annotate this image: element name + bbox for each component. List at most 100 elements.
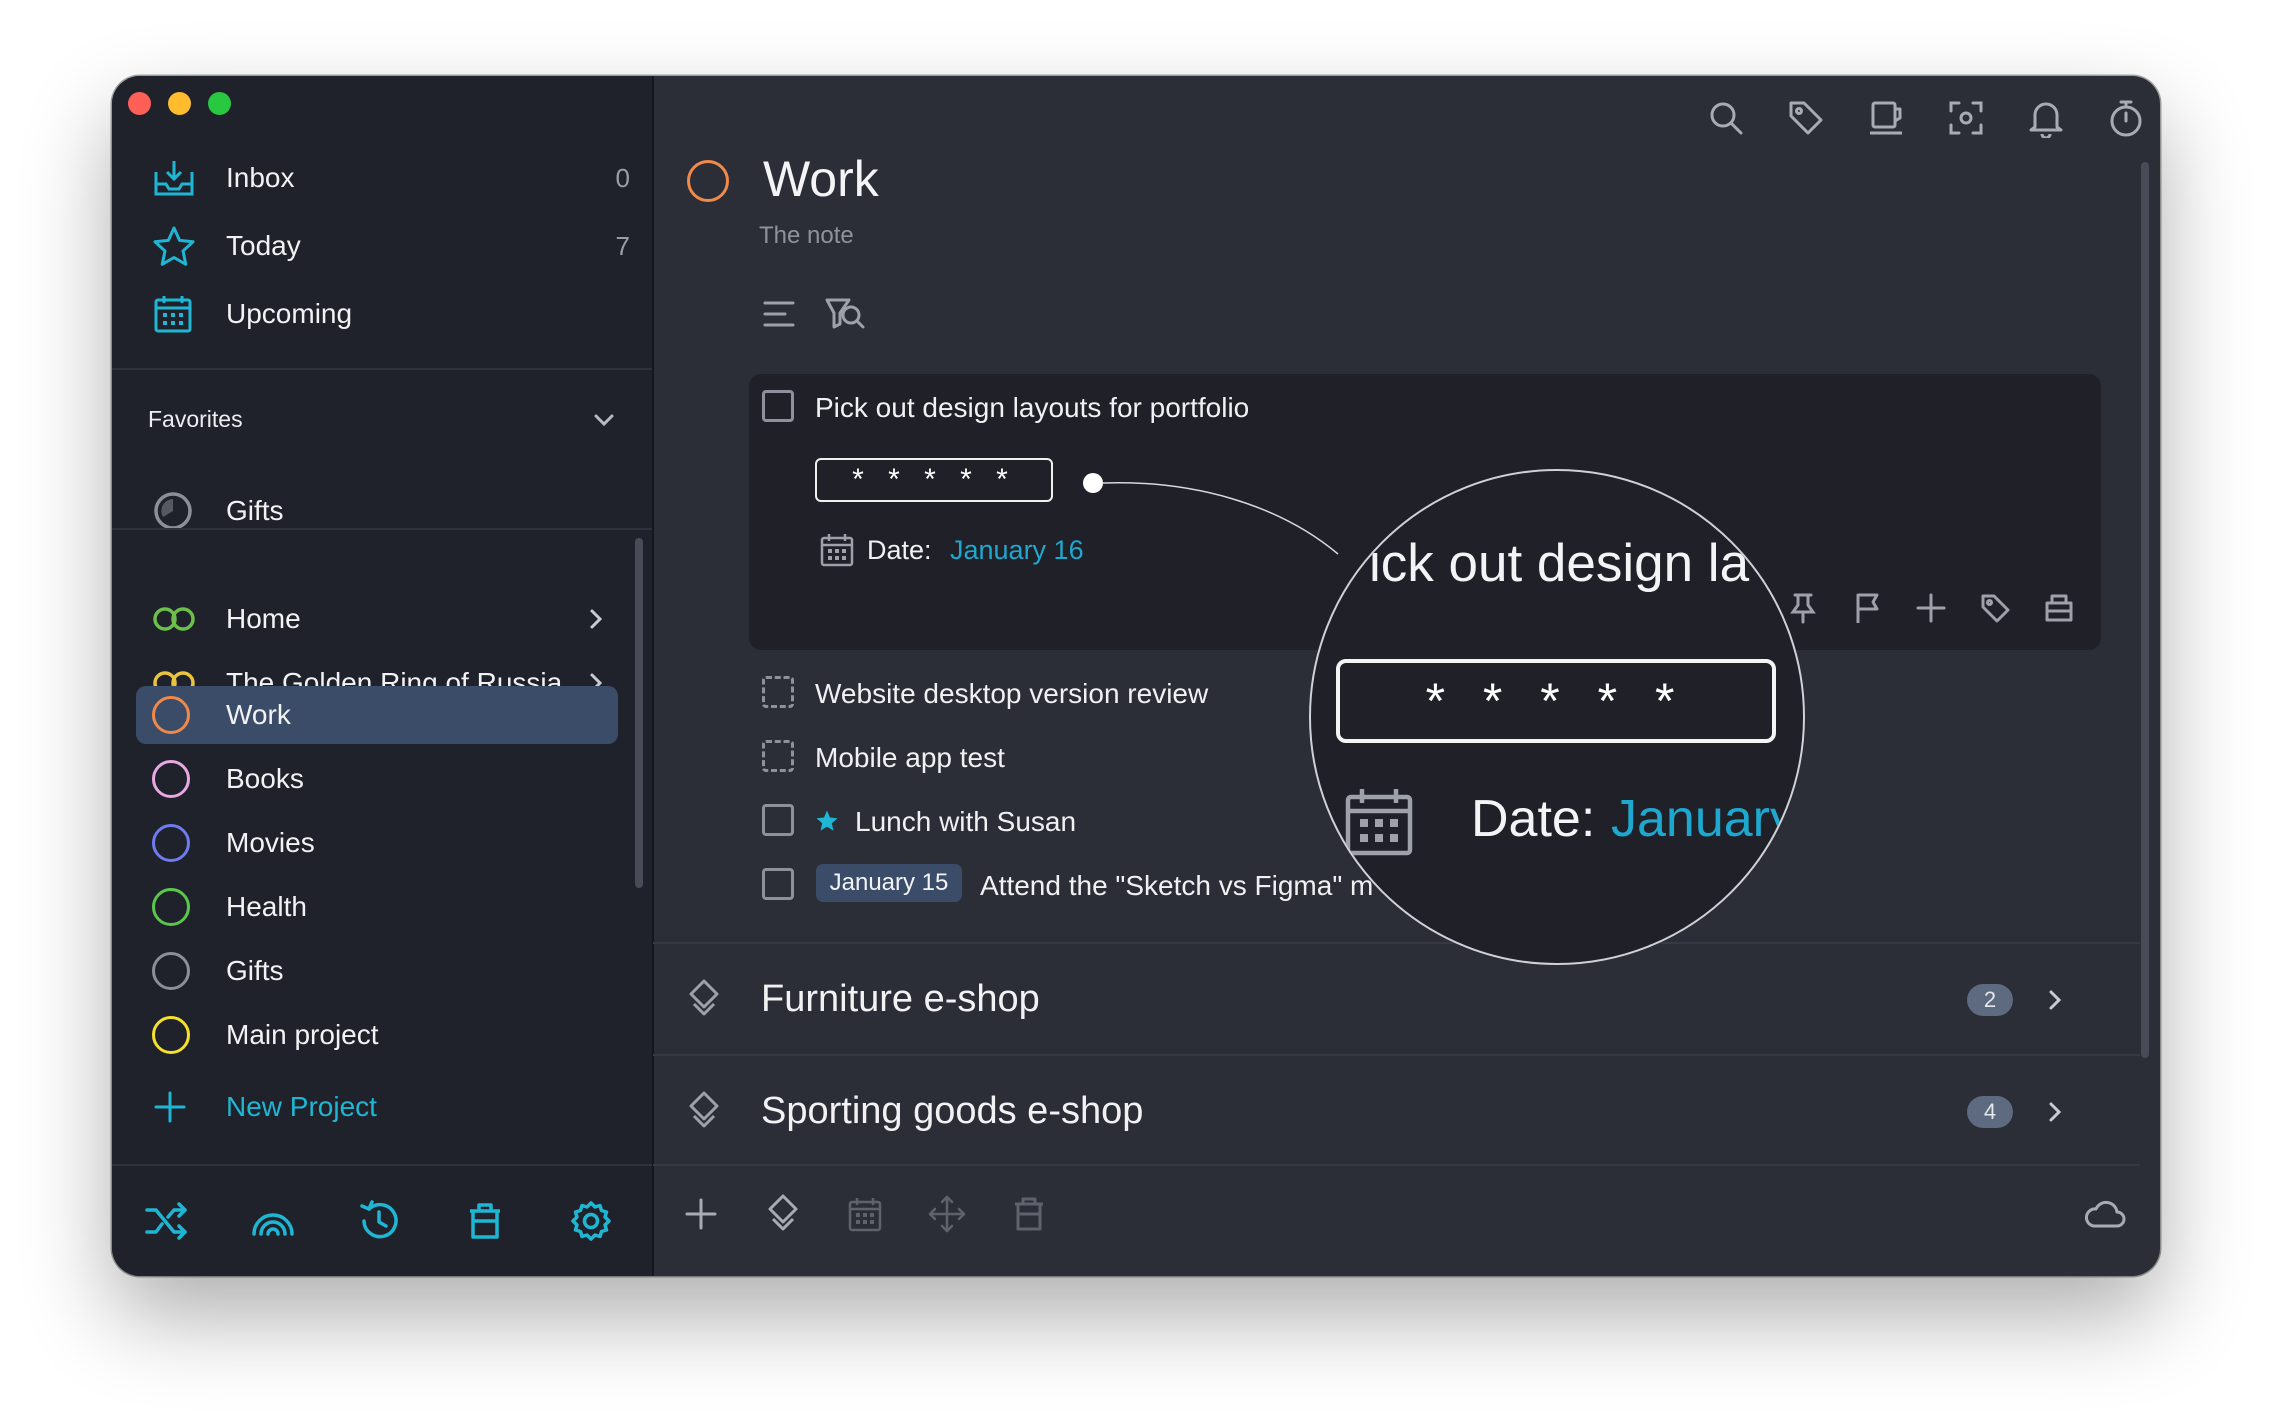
calendar-icon[interactable] (839, 1188, 891, 1240)
chevron-right-icon[interactable] (584, 605, 608, 633)
sidebar-item-work[interactable]: Work (136, 686, 618, 744)
sidebar-item-label: Gifts (226, 955, 284, 986)
add-task-icon[interactable] (675, 1188, 727, 1240)
project-circle-icon (152, 824, 190, 862)
sort-lines-icon[interactable] (753, 288, 805, 340)
sidebar-item-home[interactable]: Home (136, 590, 618, 648)
sidebar-item-movies[interactable]: Movies (136, 814, 618, 872)
move-plus-icon[interactable] (1909, 586, 1953, 630)
shuffle-icon[interactable] (140, 1194, 194, 1248)
count-badge: 2 (1967, 984, 2013, 1016)
zoomed-date-value: January (1611, 790, 1796, 848)
minimize-window-button[interactable] (168, 92, 191, 115)
inbox-icon (152, 158, 196, 198)
project-circle-icon (152, 760, 190, 798)
calendar-icon (819, 532, 855, 573)
task-checkbox[interactable] (762, 390, 794, 422)
task-title[interactable]: Attend the "Sketch vs Figma" m (980, 870, 1373, 902)
zoomed-stars-field: * * * * * (1336, 659, 1776, 743)
calendar-icon (152, 293, 194, 335)
task-checkbox[interactable] (762, 676, 794, 708)
star-icon (815, 809, 839, 838)
callout-line (1103, 482, 1339, 555)
project-note[interactable]: The note (759, 222, 854, 250)
move-arrows-icon[interactable] (921, 1188, 973, 1240)
sidebar-item-label: Books (226, 763, 304, 794)
close-window-button[interactable] (128, 92, 151, 115)
sidebar-scrollbar[interactable] (635, 538, 643, 888)
project-circle-icon (152, 952, 190, 990)
filter-search-icon[interactable] (819, 288, 871, 340)
priority-stars-field[interactable]: * * * * * (815, 458, 1053, 502)
history-icon[interactable] (352, 1194, 406, 1248)
chevron-right-icon[interactable] (2043, 985, 2067, 1020)
task-title[interactable]: Mobile app test (815, 742, 1005, 774)
zoom-window-button[interactable] (208, 92, 231, 115)
chevron-down-icon[interactable] (590, 406, 618, 439)
search-icon[interactable] (1700, 92, 1752, 144)
project-circle-icon (152, 1016, 190, 1054)
tag-icon[interactable] (1780, 92, 1832, 144)
subproject-title[interactable]: Furniture e-shop (761, 978, 1040, 1021)
sidebar-item-label: Health (226, 891, 307, 922)
calendar-icon (1343, 785, 1415, 862)
app-window: Inbox 0 Today 7 Upcoming Favorites Gifts… (112, 76, 2160, 1276)
focus-icon[interactable] (1940, 92, 1992, 144)
pin-icon[interactable] (1781, 586, 1825, 630)
archive-icon[interactable] (2037, 586, 2081, 630)
sidebar-bottom-bar (112, 1164, 652, 1276)
section-divider (653, 1054, 2140, 1056)
zoomed-task-title: ick out design la (1369, 534, 1750, 593)
bell-icon[interactable] (2020, 92, 2072, 144)
sidebar-item-health[interactable]: Health (136, 878, 618, 936)
task-title[interactable]: Pick out design layouts for portfolio (815, 392, 1249, 424)
subproject-title[interactable]: Sporting goods e-shop (761, 1090, 1143, 1133)
trash-icon[interactable] (1003, 1188, 1055, 1240)
add-subproject-icon[interactable] (757, 1188, 809, 1240)
main-scrollbar[interactable] (2141, 162, 2149, 1058)
favorite-item-gifts[interactable]: Gifts (136, 482, 618, 540)
chevron-right-icon[interactable] (2043, 1097, 2067, 1132)
callout-dot (1083, 473, 1103, 493)
sidebar-item-label: Work (226, 699, 291, 730)
rainbow-icon[interactable] (246, 1194, 300, 1248)
date-tag[interactable]: January 15 (816, 864, 962, 902)
flag-icon[interactable] (1845, 586, 1889, 630)
sidebar-item-label: Gifts (226, 495, 284, 526)
project-circle-icon (687, 160, 729, 202)
today-count: 7 (615, 230, 630, 261)
subproject-icon (687, 978, 721, 1025)
task-checkbox[interactable] (762, 740, 794, 772)
sidebar-item-gifts[interactable]: Gifts (136, 942, 618, 1000)
sidebar-item-inbox[interactable]: Inbox 0 (136, 149, 630, 207)
zoom-callout: ick out design la * * * * * Date: Januar… (1309, 469, 1805, 965)
cloud-sync-icon[interactable] (2079, 1188, 2131, 1240)
inbox-count: 0 (615, 162, 630, 193)
date-value[interactable]: January 16 (950, 535, 1084, 566)
sidebar-item-books[interactable]: Books (136, 750, 618, 808)
zoomed-date-label: Date: (1471, 790, 1596, 848)
timer-icon[interactable] (2100, 92, 2152, 144)
new-project-button[interactable]: New Project (136, 1078, 618, 1136)
sidebar-item-label: Inbox (226, 162, 295, 193)
settings-gear-icon[interactable] (564, 1194, 618, 1248)
tag-icon[interactable] (1973, 586, 2017, 630)
new-project-label: New Project (226, 1091, 377, 1122)
sidebar-item-main-project[interactable]: Main project (136, 1006, 618, 1064)
project-circle-icon (152, 696, 190, 734)
task-checkbox[interactable] (762, 804, 794, 836)
sidebar-item-today[interactable]: Today 7 (136, 217, 630, 275)
section-divider (653, 942, 2140, 944)
count-badge: 4 (1967, 1096, 2013, 1128)
task-title[interactable]: Lunch with Susan (855, 806, 1076, 838)
page-title: Work (763, 151, 879, 207)
trash-icon[interactable] (458, 1194, 512, 1248)
task-title[interactable]: Website desktop version review (815, 678, 1208, 710)
sidebar-item-upcoming[interactable]: Upcoming (136, 285, 618, 343)
subproject-icon (687, 1090, 721, 1137)
star-icon (152, 225, 196, 267)
sidebar-divider (112, 528, 652, 530)
review-icon[interactable] (1860, 92, 1912, 144)
sidebar-item-label: Home (226, 603, 301, 634)
task-checkbox[interactable] (762, 868, 794, 900)
